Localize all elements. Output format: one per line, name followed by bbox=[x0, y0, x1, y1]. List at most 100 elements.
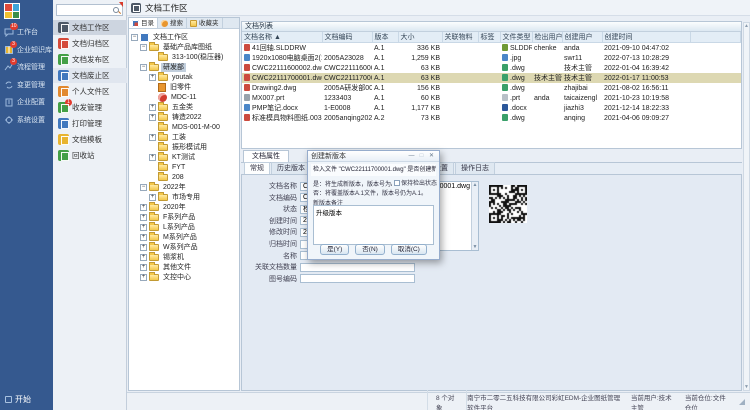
main-scrollbar[interactable]: ▲▼ bbox=[743, 22, 750, 391]
tree-node[interactable]: −研发部 bbox=[140, 62, 186, 72]
props-tab-7[interactable]: 操作日志 bbox=[455, 162, 495, 174]
expander-icon[interactable]: + bbox=[140, 234, 147, 241]
tree-node[interactable]: FYT bbox=[149, 162, 187, 172]
tree-node[interactable]: −2022年 bbox=[140, 182, 188, 192]
nav-search-input[interactable] bbox=[58, 6, 112, 14]
table-row[interactable]: CWC22111700001.dwgCWC22111700001A.163 KB… bbox=[242, 73, 741, 83]
sidebar-item-1[interactable]: 10工作台 bbox=[0, 24, 53, 40]
nav-item-3[interactable]: 文档发布区 bbox=[53, 52, 127, 67]
close-icon[interactable]: ✕ bbox=[427, 152, 436, 160]
sidebar-item-2[interactable]: 3企业知识库 bbox=[0, 42, 53, 58]
nav-item-1[interactable]: 文档工作区 bbox=[53, 20, 127, 35]
nav-item-5[interactable]: 个人文件区 bbox=[53, 84, 127, 99]
expander-icon[interactable]: + bbox=[149, 154, 156, 161]
expander-icon[interactable]: + bbox=[140, 214, 147, 221]
search-icon[interactable] bbox=[112, 6, 121, 15]
props-tab-1[interactable]: 常规 bbox=[244, 162, 270, 174]
column-header-2[interactable]: 文档编码 bbox=[322, 32, 372, 43]
expander-icon[interactable]: + bbox=[149, 114, 156, 121]
doc-name-scrollbar[interactable]: ▲▼ bbox=[471, 182, 478, 250]
tree-node[interactable]: 旧零件 bbox=[149, 82, 193, 92]
tree-node[interactable]: +KT测试 bbox=[149, 152, 197, 162]
nav-item-6[interactable]: 1收发管理 bbox=[53, 100, 127, 115]
sidebar-item-3[interactable]: 3流程管理 bbox=[0, 59, 53, 75]
table-row[interactable]: CWC22111600002.dwgCWC22111600003A.163 KB… bbox=[242, 63, 741, 73]
start-button[interactable]: 开始 bbox=[5, 394, 31, 405]
nav-item-2[interactable]: 文档归档区 bbox=[53, 36, 127, 51]
tree-tab-3[interactable]: 收藏夹 bbox=[187, 18, 223, 28]
expander-icon[interactable]: + bbox=[149, 134, 156, 141]
tree-node[interactable]: +工装 bbox=[149, 132, 188, 142]
sidebar-item-6[interactable]: 系统设置 bbox=[0, 112, 53, 128]
nav-item-4[interactable]: 文档废止区 bbox=[53, 68, 127, 83]
column-header-10[interactable]: 创建时间 bbox=[602, 32, 690, 43]
table-row[interactable]: 41回轴.SLDDRWA.1336 KBSLDDRWchenkeanda2021… bbox=[242, 43, 741, 54]
tree-tab-1[interactable]: 目录 bbox=[129, 18, 158, 28]
expander-icon[interactable]: + bbox=[140, 254, 147, 261]
column-header-8[interactable]: 检出用户 bbox=[532, 32, 562, 43]
tree-node[interactable]: +市场专用 bbox=[149, 192, 202, 202]
resize-grip[interactable] bbox=[739, 399, 745, 405]
field-input[interactable] bbox=[300, 263, 415, 272]
column-header-3[interactable]: 版本 bbox=[372, 32, 398, 43]
minimize-icon[interactable]: — bbox=[407, 152, 416, 160]
yes-button[interactable]: 是(Y) bbox=[320, 244, 349, 255]
props-tab-2[interactable]: 历史版本 bbox=[271, 162, 311, 174]
expander-icon[interactable]: + bbox=[140, 244, 147, 251]
expander-icon[interactable]: + bbox=[140, 264, 147, 271]
sidebar-item-4[interactable]: 变更管理 bbox=[0, 77, 53, 93]
field-input[interactable] bbox=[300, 274, 415, 283]
table-row[interactable]: 标准模具物料图纸.003.dwg2005anqing202104...A.273… bbox=[242, 113, 741, 123]
keep-checkout-checkbox[interactable] bbox=[394, 180, 400, 186]
nav-item-7[interactable]: 打印管理 bbox=[53, 116, 127, 131]
column-header-1[interactable]: 文档名称 ▲ bbox=[242, 32, 322, 43]
expander-icon[interactable]: + bbox=[149, 194, 156, 201]
nav-item-8[interactable]: 文档模板 bbox=[53, 132, 127, 147]
tree-node[interactable]: 208 bbox=[149, 172, 186, 182]
column-header-6[interactable]: 标签 bbox=[478, 32, 500, 43]
tree-node[interactable]: +其他文件 bbox=[140, 262, 193, 272]
tree-tab-2[interactable]: 搜索 bbox=[158, 18, 187, 28]
column-header-5[interactable]: 关联物料 bbox=[442, 32, 478, 43]
expander-icon[interactable]: + bbox=[140, 224, 147, 231]
tree-node[interactable]: +铸造2022 bbox=[149, 112, 204, 122]
tree-node[interactable]: +锡浆机 bbox=[140, 252, 186, 262]
dialog-title-bar[interactable]: 创建新版本 — □ ✕ bbox=[308, 151, 439, 162]
tree-node[interactable]: 313-100(稳压器) bbox=[149, 52, 225, 62]
keep-checkout-option[interactable]: 保持检出状态 bbox=[392, 178, 437, 187]
tree-node[interactable]: 振形模试用 bbox=[149, 142, 209, 152]
properties-panel-tab[interactable]: 文档属性 bbox=[243, 150, 289, 162]
tree-node[interactable]: −基础产品库图纸 bbox=[140, 42, 214, 52]
cancel-button[interactable]: 取消(C) bbox=[391, 244, 427, 255]
tree-node[interactable]: +W系列产品 bbox=[140, 242, 200, 252]
no-button[interactable]: 否(N) bbox=[355, 244, 385, 255]
expander-icon[interactable]: + bbox=[140, 274, 147, 281]
table-row[interactable]: MX007.prt1233403A.160 KB.prtandataicaize… bbox=[242, 93, 741, 103]
expander-icon[interactable]: + bbox=[140, 204, 147, 211]
nav-search-box[interactable] bbox=[56, 4, 123, 16]
table-row[interactable]: PMP笔记.docx1-E0008A.11,177 KB.docxjiazhi3… bbox=[242, 103, 741, 113]
expander-icon[interactable]: − bbox=[140, 184, 147, 191]
nav-item-9[interactable]: 回收站 bbox=[53, 148, 127, 163]
table-row[interactable]: 1920x1080电脑桌面2(1)(1).jpg2005A23028A.11,2… bbox=[242, 53, 741, 63]
tree-node[interactable]: +五金类 bbox=[149, 102, 195, 112]
tree-node[interactable]: +M系列产品 bbox=[140, 232, 199, 242]
sidebar-item-5[interactable]: 企业配置 bbox=[0, 94, 53, 110]
expander-icon[interactable]: − bbox=[140, 64, 147, 71]
tree-node[interactable]: +youtak bbox=[149, 72, 195, 82]
expander-icon[interactable]: − bbox=[140, 44, 147, 51]
expander-icon[interactable]: + bbox=[149, 74, 156, 81]
tree-node[interactable]: −文档工作区 bbox=[131, 32, 190, 42]
remark-textarea[interactable]: 升级版本 bbox=[313, 205, 434, 245]
column-header-4[interactable]: 大小 bbox=[398, 32, 442, 43]
expander-icon[interactable]: − bbox=[131, 34, 138, 41]
column-header-9[interactable]: 创建用户 bbox=[562, 32, 602, 43]
maximize-icon[interactable]: □ bbox=[417, 152, 426, 160]
tree-node[interactable]: +L系列产品 bbox=[140, 222, 197, 232]
tree-node[interactable]: +文控中心 bbox=[140, 272, 193, 282]
column-header-7[interactable]: 文件类型 bbox=[500, 32, 532, 43]
expander-icon[interactable]: + bbox=[149, 104, 156, 111]
tree-node[interactable]: +2020年 bbox=[140, 202, 188, 212]
table-row[interactable]: Drawing2.dwg2005A研发部00017A.1156 KB.dwgzh… bbox=[242, 83, 741, 93]
tree-node[interactable]: MDS-001-M-00 bbox=[149, 122, 222, 132]
